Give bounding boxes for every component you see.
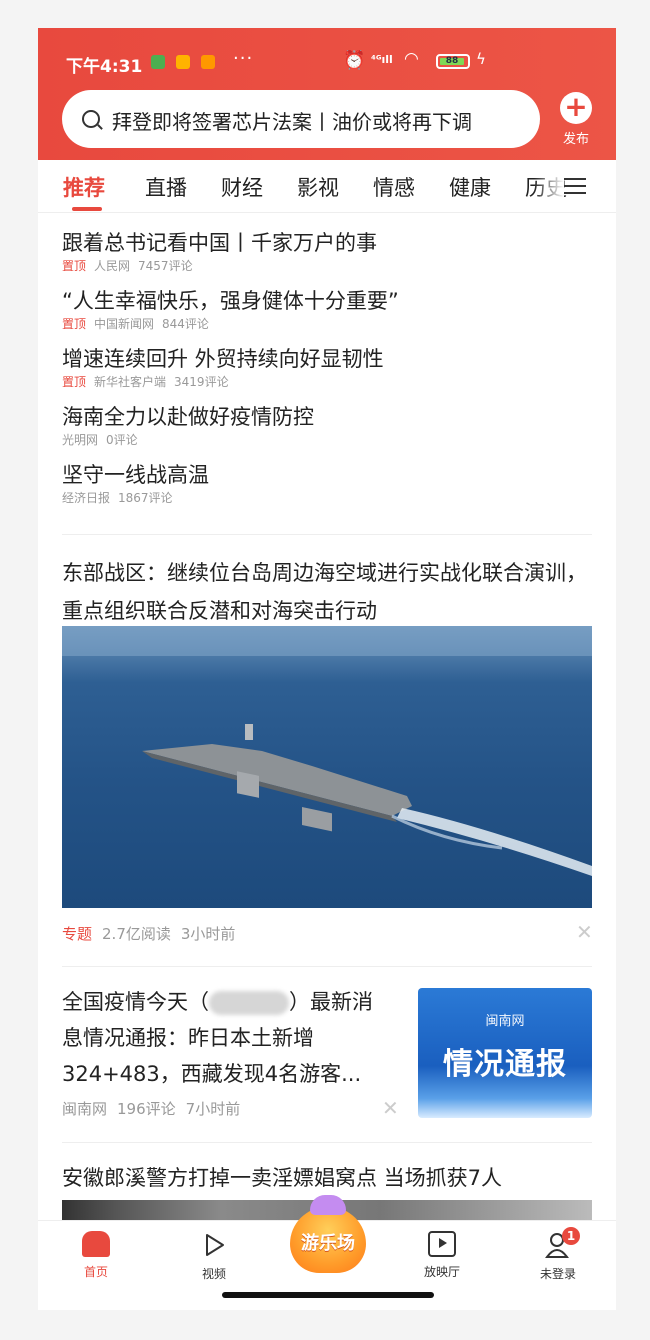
play-icon (200, 1231, 228, 1259)
nav-home-label: 首页 (83, 1265, 108, 1279)
headline-source: 中国新闻网 (94, 317, 155, 331)
divider (62, 1142, 592, 1143)
divider (62, 534, 592, 535)
search-icon (82, 110, 100, 128)
tab-recommend[interactable]: 推荐 (63, 172, 105, 202)
app-notification-icon (176, 55, 190, 69)
wifi-icon: ◠ (404, 49, 419, 69)
alarm-icon: ⏰ (343, 50, 366, 71)
headline-comments: 844评论 (162, 317, 209, 331)
dismiss-icon[interactable]: ✕ (576, 920, 593, 944)
search-bar[interactable]: 拜登即将签署芯片法案丨油价或将再下调 (62, 90, 540, 148)
channel-menu-icon[interactable] (564, 178, 586, 194)
list-item[interactable]: 坚守一线战高温 经济日报 1867评论 (62, 460, 602, 518)
read-count: 2.7亿阅读 (102, 925, 171, 943)
status-bar: 下午4:31 ··· ⏰ ⁴ᴳıll ◠ 88 ϟ (38, 28, 616, 92)
news-title[interactable]: 安徽郎溪警方打掉一卖淫嫖娼窝点 当场抓获7人 (62, 1162, 502, 1192)
publish-label: 发布 (562, 132, 589, 147)
headline-source: 经济日报 (62, 491, 111, 505)
headline-meta: 置顶 中国新闻网 844评论 (62, 316, 602, 332)
nav-cinema[interactable]: 放映厅 (412, 1231, 472, 1280)
nav-home[interactable]: 首页 (66, 1231, 126, 1280)
headline-meta: 光明网 0评论 (62, 432, 602, 448)
headline-comments: 0评论 (106, 433, 138, 447)
topic-tag[interactable]: 专题 (62, 925, 92, 943)
pinned-label: 置顶 (62, 317, 87, 331)
tab-health[interactable]: 健康 (449, 172, 491, 202)
nav-video[interactable]: 视频 (184, 1231, 244, 1282)
app-header: 下午4:31 ··· ⏰ ⁴ᴳıll ◠ 88 ϟ 拜登即将签署芯片法案丨油价或… (38, 28, 616, 160)
thumbnail-text: 情况通报 (443, 1047, 567, 1082)
nav-playground[interactable]: 游乐场 (290, 1195, 366, 1273)
divider (62, 966, 592, 967)
headline-title[interactable]: “人生幸福快乐，强身健体十分重要” (62, 286, 602, 316)
list-item[interactable]: 跟着总书记看中国丨千家万户的事 置顶 人民网 7457评论 (62, 228, 602, 286)
signal-icon: ⁴ᴳıll (371, 53, 393, 66)
headline-meta: 经济日报 1867评论 (62, 490, 602, 506)
category-tabs: 推荐 直播 财经 影视 情感 健康 历史 (38, 160, 616, 213)
headline-source: 新华社客户端 (94, 375, 167, 389)
tab-emotion[interactable]: 情感 (373, 172, 415, 202)
home-indicator[interactable] (222, 1292, 434, 1298)
nav-video-label: 视频 (201, 1267, 226, 1281)
news-comments: 196评论 (117, 1100, 176, 1118)
top-headlines: 跟着总书记看中国丨千家万户的事 置顶 人民网 7457评论 “人生幸福快乐，强身健体… (62, 228, 602, 518)
news-source: 闽南网 (62, 1100, 108, 1118)
charging-icon: ϟ (476, 50, 486, 68)
nav-profile[interactable]: 1 未登录 (528, 1227, 588, 1282)
app-notification-icon (201, 55, 215, 69)
headline-title[interactable]: 跟着总书记看中国丨千家万户的事 (62, 228, 602, 258)
user-icon: 1 (544, 1227, 580, 1259)
publish-time: 3小时前 (180, 925, 236, 943)
phone-screen: 下午4:31 ··· ⏰ ⁴ᴳıll ◠ 88 ϟ 拜登即将签署芯片法案丨油价或… (38, 28, 616, 1310)
nav-profile-label: 未登录 (539, 1267, 576, 1281)
plus-icon: + (560, 92, 592, 124)
publish-button[interactable]: + 发布 (556, 92, 596, 148)
headline-comments: 7457评论 (138, 259, 193, 273)
app-notification-icon (151, 55, 165, 69)
headline-title[interactable]: 坚守一线战高温 (62, 460, 602, 490)
tab-finance[interactable]: 财经 (221, 172, 263, 202)
mascot-icon (310, 1195, 346, 1215)
more-notifications-icon: ··· (233, 48, 254, 69)
active-tab-indicator (72, 207, 102, 211)
news-thumbnail[interactable]: 闽南网 情况通报 (418, 988, 592, 1118)
status-time: 下午4:31 (66, 57, 143, 77)
news-title-part: 全国疫情今天（ (62, 990, 209, 1014)
search-placeholder[interactable]: 拜登即将签署芯片法案丨油价或将再下调 (112, 106, 472, 135)
headline-meta: 置顶 人民网 7457评论 (62, 258, 602, 274)
news-meta: 闽南网 196评论 7小时前 (62, 1098, 250, 1119)
nav-cinema-label: 放映厅 (423, 1265, 460, 1279)
battery-level: 88 (440, 57, 464, 66)
headline-source: 人民网 (94, 259, 131, 273)
headline-source: 光明网 (62, 433, 99, 447)
dismiss-icon[interactable]: ✕ (382, 1096, 399, 1120)
home-icon (82, 1231, 110, 1257)
headline-meta: 置顶 新华社客户端 3419评论 (62, 374, 602, 390)
headline-title[interactable]: 增速连续回升 外贸持续向好显韧性 (62, 344, 602, 374)
news-title[interactable]: 全国疫情今天（ ）最新消息情况通报：昨日本土新增324+483，西藏发现4名游客.… (62, 984, 392, 1092)
tv-icon (428, 1231, 456, 1257)
list-item[interactable]: 增速连续回升 外贸持续向好显韧性 置顶 新华社客户端 3419评论 (62, 344, 602, 402)
headline-comments: 3419评论 (174, 375, 229, 389)
blurred-text (209, 991, 289, 1015)
headline-title[interactable]: 海南全力以赴做好疫情防控 (62, 402, 602, 432)
tab-film[interactable]: 影视 (297, 172, 339, 202)
notification-badge: 1 (562, 1227, 580, 1245)
feature-title[interactable]: 东部战区：继续位台岛周边海空域进行实战化联合演训，重点组织联合反潜和对海突击行动 (62, 554, 592, 630)
pinned-label: 置顶 (62, 259, 87, 273)
battery-icon: 88 (436, 54, 470, 69)
pinned-label: 置顶 (62, 375, 87, 389)
list-item[interactable]: “人生幸福快乐，强身健体十分重要” 置顶 中国新闻网 844评论 (62, 286, 602, 344)
warship-image[interactable] (62, 626, 592, 908)
warship-illustration (62, 626, 592, 876)
headline-comments: 1867评论 (118, 491, 173, 505)
nav-playground-label: 游乐场 (301, 1233, 355, 1254)
feature-meta: 专题 2.7亿阅读 3小时前 (62, 923, 245, 944)
news-time: 7小时前 (185, 1100, 241, 1118)
tab-live[interactable]: 直播 (145, 172, 187, 202)
thumbnail-logo: 闽南网 (485, 1014, 525, 1029)
tabs-fade (534, 160, 564, 210)
list-item[interactable]: 海南全力以赴做好疫情防控 光明网 0评论 (62, 402, 602, 460)
